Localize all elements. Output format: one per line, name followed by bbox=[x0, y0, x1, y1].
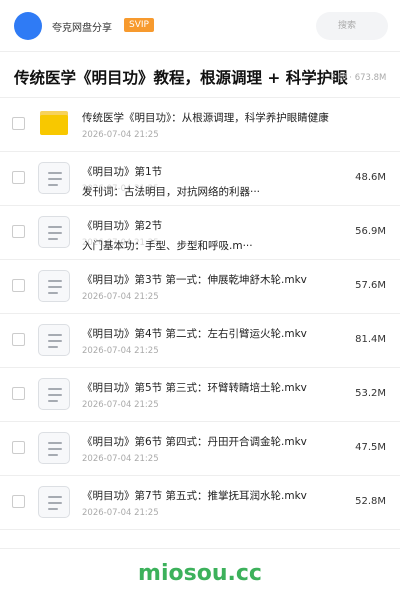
list-item[interactable]: 传统医学《明目功》：从根源调理，科学养护眼睛健康 2026-07-04 21:2… bbox=[0, 98, 400, 152]
item-date: 2026-07-04 21:25 bbox=[82, 292, 159, 302]
folder-icon bbox=[40, 111, 68, 135]
item-name: 《明目功》第4节 第二式：左右引臂运火轮.mkv bbox=[82, 328, 307, 340]
search-input[interactable]: 搜索 bbox=[316, 12, 388, 40]
item-size: 53.2M bbox=[355, 388, 386, 399]
page-title: 传统医学《明目功》教程，根源调理 + 科学护眼 bbox=[14, 69, 348, 87]
file-icon bbox=[38, 162, 70, 194]
item-size: 48.6M bbox=[355, 172, 386, 183]
file-icon bbox=[38, 432, 70, 464]
list-item[interactable]: 《明目功》第7节 第五式：推掌抚耳润水轮.mkv 2026-07-04 21:2… bbox=[0, 476, 400, 530]
svip-badge[interactable]: SVIP bbox=[124, 18, 154, 32]
item-date: 2026-07-04 21:25 bbox=[82, 130, 159, 140]
header: 夸克网盘分享 SVIP 搜索 bbox=[0, 0, 400, 52]
select-checkbox[interactable] bbox=[12, 279, 25, 292]
item-size: 57.6M bbox=[355, 280, 386, 291]
item-name: 《明目功》第2节 bbox=[82, 220, 163, 232]
item-description: 发刊词：古法明目，对抗网络的利器··· bbox=[82, 186, 261, 198]
item-name: 《明目功》第7节 第五式：推掌抚耳润水轮.mkv bbox=[82, 490, 307, 502]
file-icon bbox=[38, 216, 70, 248]
select-checkbox[interactable] bbox=[12, 441, 25, 454]
list-item[interactable]: 《明目功》第3节 第一式：伸展乾坤舒木轮.mkv 2026-07-04 21:2… bbox=[0, 260, 400, 314]
item-size: 52.8M bbox=[355, 496, 386, 507]
select-checkbox[interactable] bbox=[12, 225, 25, 238]
file-icon bbox=[38, 378, 70, 410]
share-meta: 2 项 · 673.8M bbox=[330, 73, 387, 83]
item-date: 2026-07-04 21:25 bbox=[82, 454, 159, 464]
item-date: 2026-07-04 21:25 bbox=[82, 346, 159, 356]
item-name: 《明目功》第1节 bbox=[82, 166, 163, 178]
list-item[interactable]: 《明目功》第5节 第三式：环臂转睛培土轮.mkv 2026-07-04 21:2… bbox=[0, 368, 400, 422]
avatar[interactable] bbox=[14, 12, 42, 40]
item-date: 2026-07-04 21:25 bbox=[82, 508, 159, 518]
select-checkbox[interactable] bbox=[12, 117, 25, 130]
item-size: 81.4M bbox=[355, 334, 386, 345]
watermark: miosou.cc bbox=[138, 561, 262, 586]
select-checkbox[interactable] bbox=[12, 495, 25, 508]
brand-name: 夸克网盘分享 bbox=[52, 23, 112, 34]
list-item[interactable]: 《明目功》第6节 第四式：丹田开合调金轮.mkv 2026-07-04 21:2… bbox=[0, 422, 400, 476]
list-item[interactable]: 《明目功》第4节 第二式：左右引臂运火轮.mkv 2026-07-04 21:2… bbox=[0, 314, 400, 368]
item-size: 56.9M bbox=[355, 226, 386, 237]
file-icon bbox=[38, 324, 70, 356]
item-name: 传统医学《明目功》：从根源调理，科学养护眼睛健康 bbox=[82, 112, 329, 124]
select-checkbox[interactable] bbox=[12, 171, 25, 184]
file-icon bbox=[38, 486, 70, 518]
list-item[interactable]: 《明目功》第2节 2026-07-04 21:25 入门基本功：手型、步型和呼吸… bbox=[0, 206, 400, 260]
item-size: 47.5M bbox=[355, 442, 386, 453]
select-checkbox[interactable] bbox=[12, 333, 25, 346]
file-icon bbox=[38, 270, 70, 302]
select-checkbox[interactable] bbox=[12, 387, 25, 400]
share-title-row: 传统医学《明目功》教程，根源调理 + 科学护眼 2 项 · 673.8M bbox=[0, 52, 400, 98]
item-description: 入门基本功：手型、步型和呼吸.m··· bbox=[82, 240, 253, 252]
footer: miosou.cc bbox=[0, 548, 400, 600]
item-name: 《明目功》第6节 第四式：丹田开合调金轮.mkv bbox=[82, 436, 307, 448]
item-name: 《明目功》第3节 第一式：伸展乾坤舒木轮.mkv bbox=[82, 274, 307, 286]
item-name: 《明目功》第5节 第三式：环臂转睛培土轮.mkv bbox=[82, 382, 307, 394]
item-date: 2026-07-04 21:25 bbox=[82, 400, 159, 410]
list-item[interactable]: 《明目功》第1节 2026-07-04 21:25 发刊词：古法明目，对抗网络的… bbox=[0, 152, 400, 206]
